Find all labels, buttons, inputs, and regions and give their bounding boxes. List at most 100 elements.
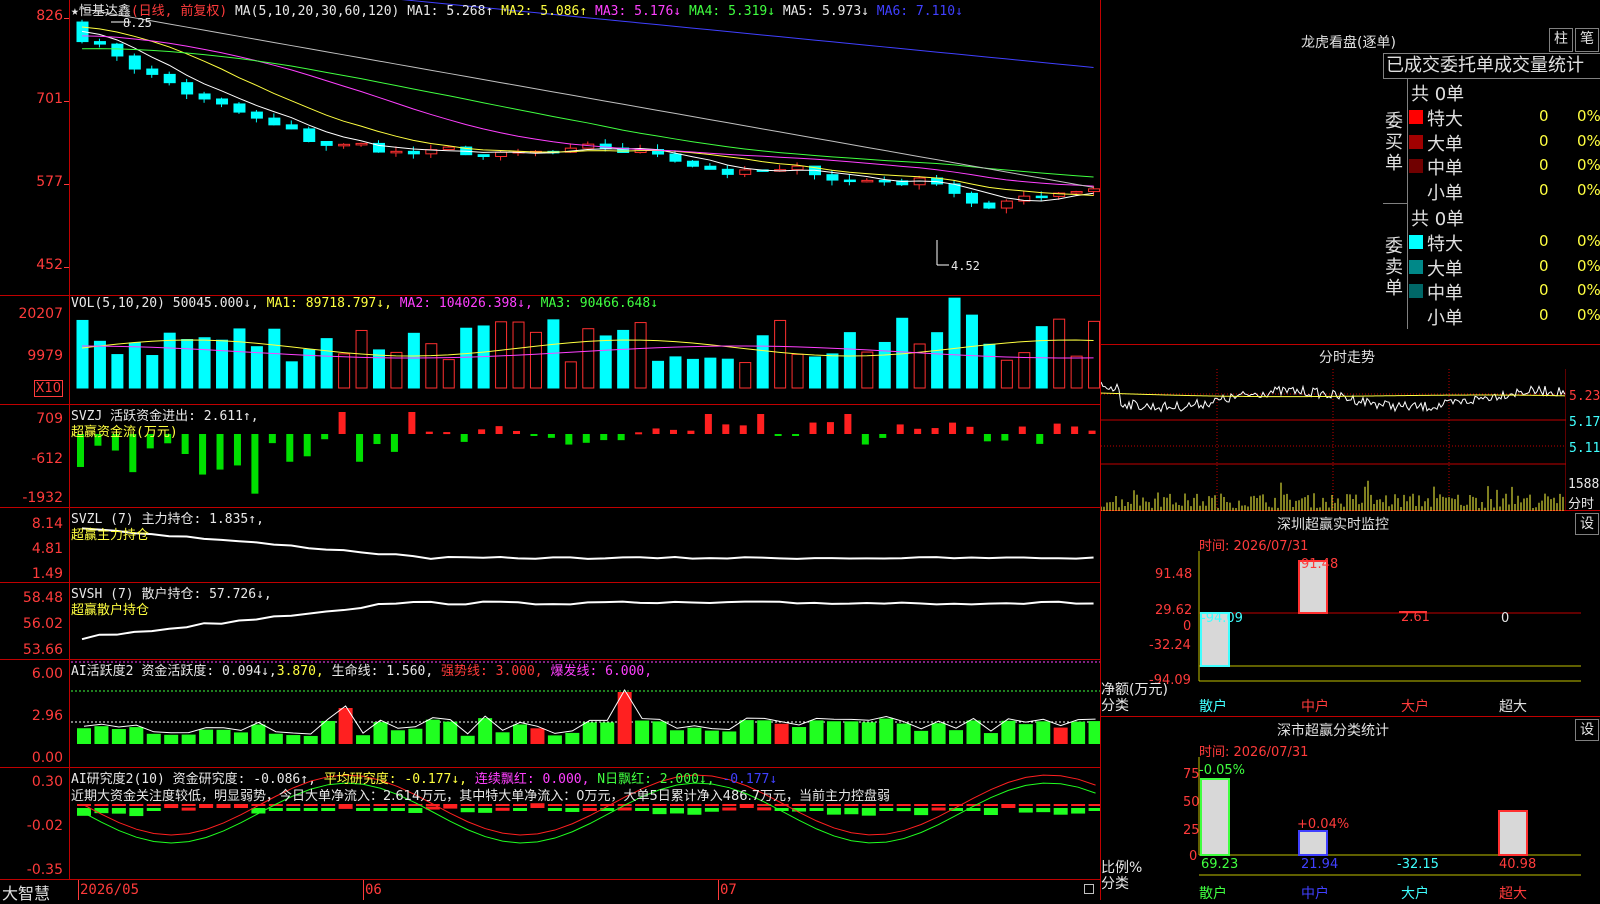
buy-row-pct: 0% xyxy=(1577,131,1600,150)
vol-label: VOL(5,10,20) xyxy=(71,296,165,311)
activity-bar xyxy=(530,728,545,744)
right-sidebar: 龙虎看盘(逐单) 柱 笔 已成交委托单成交量统计 委买单 共 0单 特大 0 0% 大… xyxy=(1100,0,1600,902)
candle xyxy=(878,179,891,183)
candle xyxy=(826,174,839,181)
tab-filled-volume[interactable]: 已成交委托单成交量统计 xyxy=(1383,53,1600,79)
flow-bar xyxy=(338,412,346,434)
activity-bar xyxy=(687,727,702,744)
activity-bar xyxy=(443,721,458,744)
ai-research-summary: 近期大资金关注度较低，明显弱势，今日大单净流入：2.614万元，其中特大单净流入… xyxy=(71,789,890,804)
flow-bar xyxy=(757,414,765,434)
favorite-star-icon[interactable]: ★ xyxy=(71,4,79,19)
sell-row-pct: 0% xyxy=(1577,281,1600,299)
sz-monitor-panel[interactable]: 深圳超赢实时监控 设 时间: 2026/07/31 91.48 29.62 0 … xyxy=(1101,511,1600,717)
research-bar xyxy=(129,808,144,817)
sz-class-chart xyxy=(1198,757,1581,876)
retail-position-line xyxy=(81,600,1094,641)
flow-bar xyxy=(303,434,311,457)
dragon-tiger-panel: 龙虎看盘(逐单) 柱 笔 已成交委托单成交量统计 委买单 共 0单 特大 0 0% 大… xyxy=(1101,0,1600,345)
kline-plot[interactable]: 8.25 4.52 xyxy=(71,0,1101,295)
category-super: 超大 xyxy=(1499,886,1527,902)
flow-bar xyxy=(408,412,416,434)
lock-icon[interactable] xyxy=(1084,884,1094,894)
ai-activity-header: AI活跃度2 资金活跃度: 0.094↓,3.870, 生命线: 1.560, … xyxy=(71,660,652,679)
category-medium: 中户 xyxy=(1301,699,1329,715)
research-bar xyxy=(861,808,876,816)
activity-bar xyxy=(739,720,754,744)
svsh-title: 散户持仓: 57.726↓, xyxy=(141,587,272,602)
flow-bar xyxy=(914,428,922,434)
volume-plot[interactable] xyxy=(71,296,1101,404)
activity-bar xyxy=(896,723,911,744)
candle xyxy=(861,179,874,183)
bar-value: -94.09 xyxy=(1201,611,1243,626)
flow-bar xyxy=(233,434,241,466)
minute-chart xyxy=(1101,369,1566,511)
sz-class-panel[interactable]: 深市超赢分类统计 设 时间: 2026/07/31 75 50 25 0 -0.… xyxy=(1101,717,1600,902)
research-bar xyxy=(931,807,946,811)
bar-mode-button[interactable]: 柱 xyxy=(1549,28,1573,52)
minute-vol-label: 1588 xyxy=(1568,477,1600,492)
research-bar xyxy=(111,808,126,814)
research-bar xyxy=(286,808,301,811)
volume-bar xyxy=(809,356,822,389)
super-bar xyxy=(1498,810,1528,856)
sell-row: 大单 0 0% xyxy=(1409,255,1600,280)
ma1-value: MA1: 5.268↑ xyxy=(407,4,494,19)
bottom-value: 40.98 xyxy=(1499,857,1537,872)
ai-research-panel[interactable]: 0.30 -0.02 -0.35 AI研究度2(10) 资金研究度: -0.08… xyxy=(0,768,1103,880)
flow-bar xyxy=(983,434,991,442)
activity-bar xyxy=(844,721,859,744)
volume-bar xyxy=(529,331,542,389)
flow-bar xyxy=(896,424,904,434)
volume-bar xyxy=(425,343,438,389)
ai-activity-panel[interactable]: 6.00 2.96 0.00 AI活跃度2 资金活跃度: 0.094↓,3.87… xyxy=(0,660,1103,768)
y-label: 20207 xyxy=(18,306,63,322)
activity-bar xyxy=(216,729,231,744)
activity-bar xyxy=(879,718,894,744)
candle xyxy=(407,150,420,155)
svzl-panel[interactable]: 8.14 4.81 1.49 SVZL (7) 主力持仓: 1.835↑, 超赢… xyxy=(0,508,1100,583)
research-bar xyxy=(303,808,318,811)
volume-panel[interactable]: 20207 9979 X10 VOL(5,10,20) 50045.000↓, … xyxy=(0,296,1101,405)
activity-bar xyxy=(826,721,841,744)
sell-row-count: 0 xyxy=(1539,281,1549,299)
flow-bar xyxy=(356,434,364,462)
volume-bar xyxy=(1070,355,1083,389)
minute-vol-unit: 分时 xyxy=(1568,497,1595,512)
flow-bar xyxy=(739,425,747,434)
flow-bar xyxy=(530,434,538,436)
candle xyxy=(233,103,246,113)
ai1-t5: 爆发线: 6.000, xyxy=(550,664,653,679)
ma5-value: MA5: 5.973↓ xyxy=(782,4,869,19)
y-label: 452 xyxy=(36,257,63,273)
vol-value: 50045.000↓, xyxy=(172,296,259,311)
y-label: 6.00 xyxy=(31,666,63,682)
svzj-panel[interactable]: 709 -612 -1932 SVZJ 活跃资金进出: 2.611↑, 超赢资金… xyxy=(0,405,1100,508)
sell-color-swatch xyxy=(1409,308,1423,323)
candle xyxy=(843,179,856,183)
buy-row-name: 大单 xyxy=(1427,133,1463,155)
minute-y-label: 5.23 xyxy=(1569,389,1600,404)
tick-mode-button[interactable]: 笔 xyxy=(1575,28,1599,52)
activity-bar xyxy=(861,722,876,744)
minute-panel[interactable]: 分时走势 5.23 5.17 5.11 1588 分时 xyxy=(1101,345,1600,512)
research-bar xyxy=(1018,808,1033,813)
research-bar xyxy=(478,808,493,813)
buy-row-count: 0 xyxy=(1539,180,1549,199)
vol-ma2: MA2: 104026.398↓, xyxy=(399,296,533,311)
candle xyxy=(791,165,804,171)
activity-bar xyxy=(233,732,248,744)
volume-bar xyxy=(791,353,804,389)
volume-bar xyxy=(983,343,996,389)
activity-bar xyxy=(1053,727,1068,744)
buy-side-label: 委买单 xyxy=(1385,111,1403,174)
kline-panel[interactable]: 826 701 577 452 ★恒基达鑫(日线, 前复权) MA(5,10,2… xyxy=(0,0,1101,296)
activity-bar xyxy=(513,724,528,744)
flow-bar xyxy=(390,434,398,452)
dragon-tiger-title: 龙虎看盘(逐单) xyxy=(1301,35,1396,51)
svsh-panel[interactable]: 58.48 56.02 53.66 SVSH (7) 散户持仓: 57.726↓… xyxy=(0,583,1100,660)
activity-bar xyxy=(286,735,301,744)
y-label: 2.96 xyxy=(31,708,63,724)
sell-color-swatch xyxy=(1409,235,1423,249)
